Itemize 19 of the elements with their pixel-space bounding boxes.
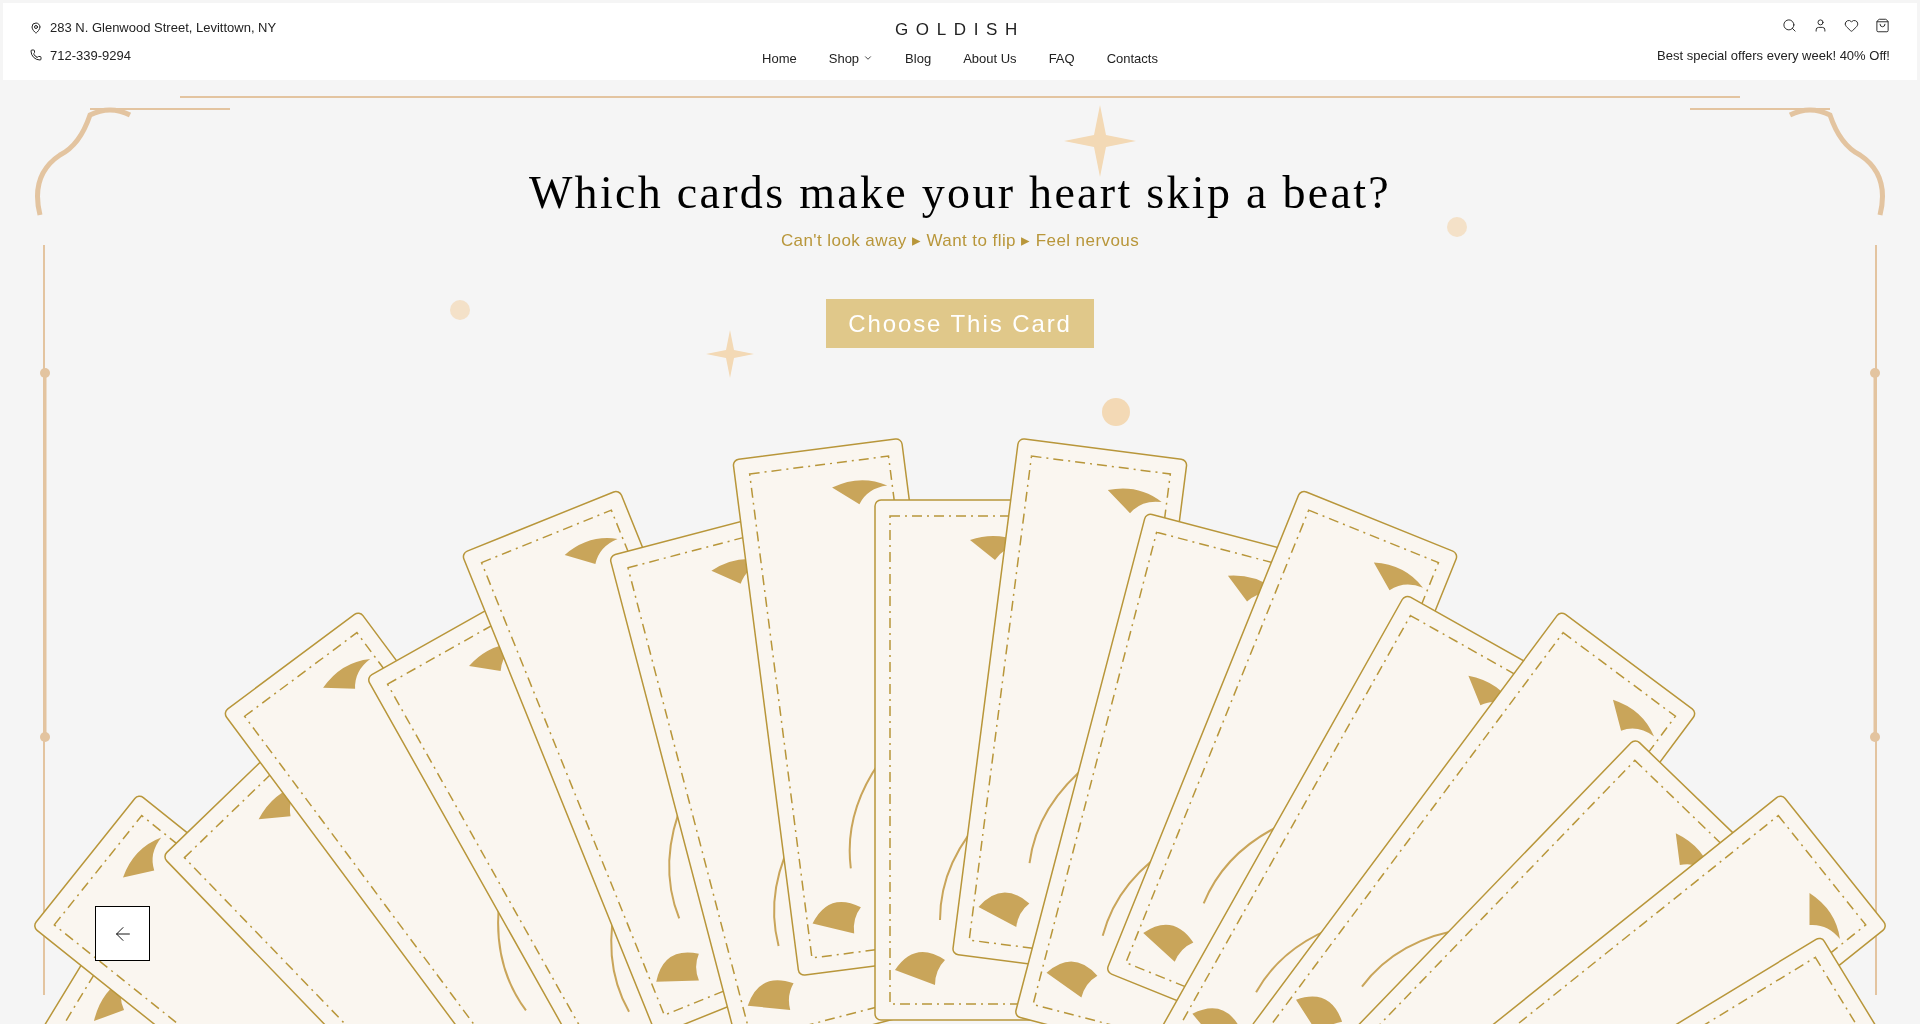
- nav-link[interactable]: Shop: [828, 48, 874, 68]
- nav-link[interactable]: Blog: [905, 48, 932, 68]
- promo-text: Best special offers every week! 40% Off!: [1657, 46, 1890, 65]
- phone-icon: [30, 49, 42, 62]
- shopping-bag-icon[interactable]: [1875, 18, 1890, 33]
- search-icon[interactable]: [1782, 18, 1797, 33]
- nav-link[interactable]: Contacts: [1106, 48, 1158, 68]
- previous-arrow-button[interactable]: [95, 906, 150, 961]
- location-pin-icon: [30, 21, 42, 34]
- address-text: 283 N. Glenwood Street, Levittown, NY: [50, 19, 277, 37]
- heart-icon[interactable]: [1844, 18, 1859, 33]
- user-icon[interactable]: [1813, 18, 1828, 33]
- hero-subtitle: Can't look away ▸ Want to flip ▸ Feel nervous: [780, 229, 1140, 252]
- site-logo[interactable]: GOLDISH: [894, 17, 1026, 43]
- nav-link[interactable]: About Us: [963, 48, 1017, 68]
- nav-link[interactable]: Home: [762, 48, 797, 68]
- phone-number: 712-339-9294: [50, 46, 131, 65]
- hero-title: Which cards make your heart skip a beat?: [528, 166, 1392, 220]
- nav-link[interactable]: FAQ: [1048, 48, 1075, 68]
